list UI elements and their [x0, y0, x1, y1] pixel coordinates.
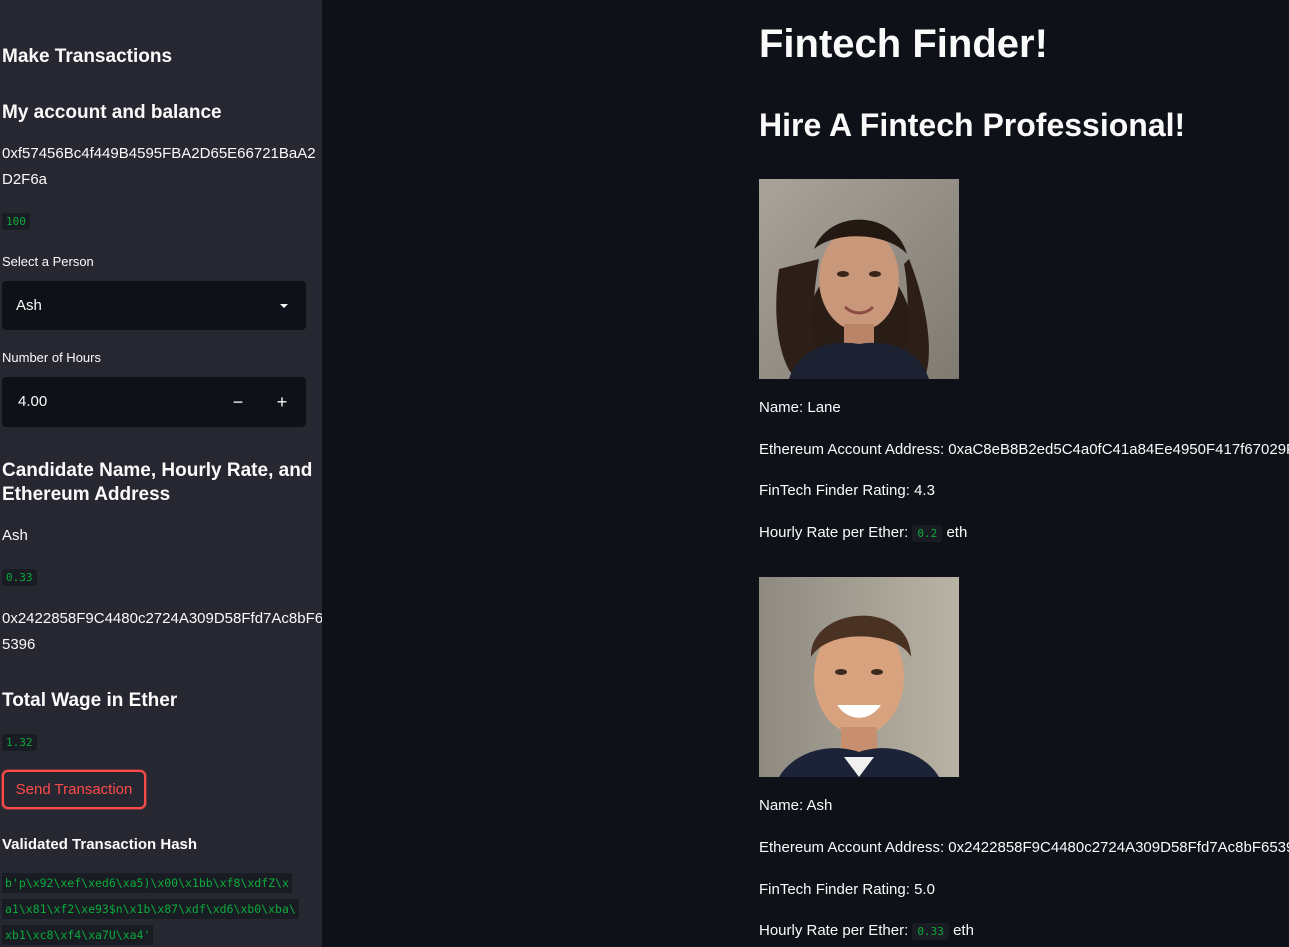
rate-value: 0.2: [912, 525, 943, 542]
send-transaction-button[interactable]: Send Transaction: [2, 770, 146, 809]
candidate-address-line-1: 0x2422858F9C4480c2724A309D58Ffd7Ac8bF6: [2, 610, 322, 627]
rate-suffix: eth: [953, 922, 974, 939]
increment-button[interactable]: +: [260, 377, 304, 427]
candidate-name-ash: Name: Ash: [759, 797, 833, 814]
account-address-line-2: D2F6a: [2, 171, 48, 188]
chevron-down-icon: [280, 304, 288, 308]
candidate-rate: 0.33: [2, 569, 37, 586]
page-title: Fintech Finder!: [759, 22, 1048, 66]
candidate-rating-ash: FinTech Finder Rating: 5.0: [759, 881, 935, 898]
transaction-hash-line-3: xb1\xc8\xf4\xa7U\xa4': [2, 925, 154, 945]
select-person-label: Select a Person: [2, 254, 94, 269]
candidate-heading-line-1: Candidate Name, Hourly Rate, and: [2, 460, 313, 481]
hours-number-input: 4.00 − +: [2, 377, 306, 427]
account-address-line-1: 0xf57456Bc4f449B4595FBA2D65E66721BaA2: [2, 145, 316, 162]
hours-label: Number of Hours: [2, 350, 101, 365]
rate-value: 0.33: [912, 923, 949, 940]
selected-person-value: Ash: [16, 297, 42, 314]
candidate-address-ash: Ethereum Account Address: 0x2422858F9C44…: [759, 839, 1289, 856]
candidate-rate-row-ash: Hourly Rate per Ether: 0.33 eth: [759, 922, 974, 940]
total-wage-heading: Total Wage in Ether: [2, 690, 178, 711]
candidate-rate-row-lane: Hourly Rate per Ether: 0.2 eth: [759, 524, 968, 542]
main-content: Fintech Finder! Hire A Fintech Professio…: [322, 0, 1289, 947]
transaction-hash-line-1: b'p\x92\xef\xed6\xa5)\x00\x1bb\xf8\xdfZ\…: [2, 873, 292, 893]
candidate-heading-line-2: Ethereum Address: [2, 484, 171, 505]
page-subtitle: Hire A Fintech Professional!: [759, 107, 1186, 143]
candidate-address-line-2: 5396: [2, 636, 36, 653]
rate-prefix: Hourly Rate per Ether:: [759, 524, 909, 541]
balance-value: 100: [2, 213, 30, 230]
sidebar: Make Transactions My account and balance…: [0, 0, 322, 947]
transaction-hash: b'p\x92\xef\xed6\xa5)\x00\x1bb\xf8\xdfZ\…: [2, 870, 312, 947]
rate-prefix: Hourly Rate per Ether:: [759, 922, 909, 939]
candidate-photo-lane: [759, 179, 959, 379]
rate-suffix: eth: [946, 524, 968, 541]
account-balance-heading: My account and balance: [2, 102, 222, 123]
transaction-hash-line-2: a1\x81\xf2\xe93$n\x1b\x87\xdf\xd6\xb0\xb…: [2, 899, 299, 919]
hours-input-value[interactable]: 4.00: [18, 393, 47, 410]
person-select[interactable]: Ash: [2, 281, 306, 330]
total-wage-value: 1.32: [2, 734, 37, 751]
validated-hash-heading: Validated Transaction Hash: [2, 836, 198, 853]
candidate-rating-lane: FinTech Finder Rating: 4.3: [759, 482, 935, 499]
candidate-address-lane: Ethereum Account Address: 0xaC8eB8B2ed5C…: [759, 441, 1289, 458]
candidate-photo-ash: [759, 577, 959, 777]
candidate-name-lane: Name: Lane: [759, 399, 841, 416]
decrement-button[interactable]: −: [216, 377, 260, 427]
make-transactions-heading: Make Transactions: [2, 46, 173, 67]
candidate-name: Ash: [2, 527, 28, 544]
